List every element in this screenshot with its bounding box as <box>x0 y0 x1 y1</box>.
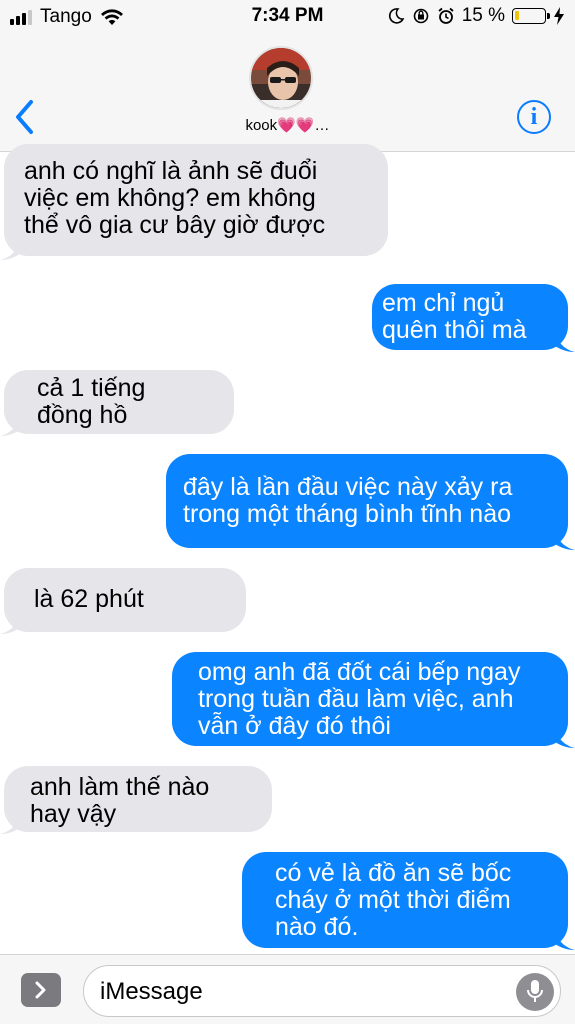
status-right: 15 % <box>387 5 565 27</box>
bubble-tail <box>0 612 22 634</box>
message-text: anh làm thế nào hay vậy <box>30 773 210 828</box>
apps-button[interactable] <box>21 973 61 1007</box>
alarm-icon <box>438 7 454 24</box>
message-text: cả 1 tiếng đồng hồ <box>37 374 146 429</box>
bubble-tail <box>553 330 575 352</box>
avatar-photo <box>251 48 311 108</box>
conversation-header: kook💗💗… i <box>0 34 575 152</box>
message-input[interactable]: iMessage <box>83 965 561 1017</box>
info-icon[interactable]: i <box>517 100 551 134</box>
chevron-right-icon <box>35 981 46 999</box>
status-bar: Tango 7:34 PM 15 % <box>0 0 575 34</box>
message-bubble-outgoing[interactable]: omg anh đã đốt cái bếp ngay trong tuần đ… <box>172 652 568 746</box>
message-bubble-incoming[interactable]: anh có nghĩ là ảnh sẽ đuổi việc em không… <box>4 144 388 256</box>
microphone-button[interactable] <box>516 973 554 1011</box>
message-bubble-outgoing[interactable]: có vẻ là đồ ăn sẽ bốc cháy ở một thời đi… <box>242 852 568 948</box>
message-text: là 62 phút <box>34 585 144 613</box>
message-text: em chỉ ngủ quên thôi mà <box>382 289 527 344</box>
contact-avatar[interactable] <box>249 46 313 110</box>
battery-percent: 15 % <box>461 5 505 26</box>
bubble-tail <box>0 812 22 834</box>
battery-fill <box>515 11 519 20</box>
message-bubble-outgoing[interactable]: em chỉ ngủ quên thôi mà <box>372 284 568 350</box>
message-text: omg anh đã đốt cái bếp ngay trong tuần đ… <box>198 658 521 740</box>
message-bubble-incoming[interactable]: anh làm thế nào hay vậy <box>4 766 272 832</box>
charging-bolt-icon <box>554 7 564 25</box>
message-input-placeholder: iMessage <box>100 978 203 1005</box>
message-text: có vẻ là đồ ăn sẽ bốc cháy ở một thời đi… <box>275 859 512 941</box>
message-bubble-outgoing[interactable]: đây là lần đầu việc này xảy ra trong một… <box>166 454 568 548</box>
orientation-lock-icon <box>413 8 428 24</box>
microphone-icon <box>527 980 543 1002</box>
contact-name[interactable]: kook💗💗… <box>0 116 575 134</box>
message-thread[interactable]: anh có nghĩ là ảnh sẽ đuổi việc em không… <box>0 144 575 952</box>
message-bubble-incoming[interactable]: cả 1 tiếng đồng hồ <box>4 370 234 434</box>
bubble-tail <box>553 528 575 550</box>
bubble-tail <box>553 726 575 748</box>
bubble-tail <box>0 238 22 260</box>
bubble-tail <box>553 928 575 950</box>
bubble-tail <box>0 414 22 436</box>
message-text: đây là lần đầu việc này xảy ra trong một… <box>183 473 513 528</box>
battery-icon <box>512 8 550 24</box>
message-bubble-incoming[interactable]: là 62 phút <box>4 568 246 632</box>
message-text: anh có nghĩ là ảnh sẽ đuổi việc em không… <box>24 157 326 239</box>
moon-icon <box>388 8 405 24</box>
compose-bar: iMessage <box>0 954 575 1024</box>
